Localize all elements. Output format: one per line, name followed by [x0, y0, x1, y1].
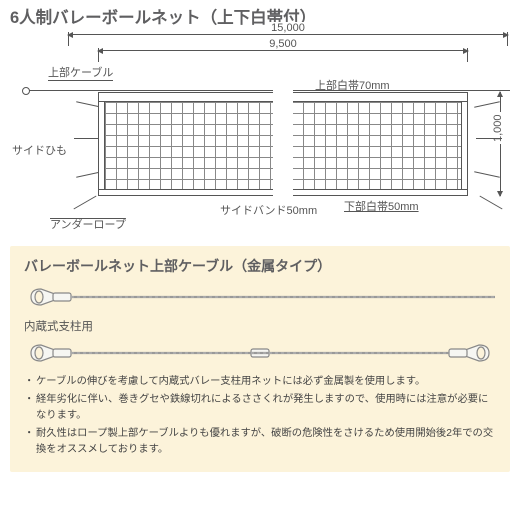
cable-note: ケーブルの伸びを考慮して内蔵式バレー支柱用ネットには必ず金属製を使用します。 — [24, 374, 496, 389]
net-frame — [98, 92, 468, 196]
dim-net-width: 9,500 — [98, 50, 468, 51]
label-side-himo: サイドひも — [12, 142, 67, 158]
net-side-band-right — [461, 101, 468, 190]
cable-info-title: バレーボールネット上部ケーブル（金属タイプ） — [24, 256, 496, 276]
cable-notes-list: ケーブルの伸びを考慮して内蔵式バレー支柱用ネットには必ず金属製を使用します。 経… — [24, 374, 496, 457]
dim-overall-width: 15,000 — [68, 34, 508, 35]
dim-overall-width-label: 15,000 — [269, 22, 307, 34]
page-title: 6人制バレーボールネット（上下白帯付） — [10, 4, 510, 28]
cable-note: 耐久性はロープ製上部ケーブルよりも優れますが、破断の危険性をさけるため使用開始後… — [24, 426, 496, 457]
top-cable-line — [26, 90, 510, 91]
cable-illustration-1 — [24, 282, 496, 312]
net-mesh — [105, 102, 461, 189]
label-under-rope: アンダーロープ — [50, 216, 126, 232]
cable-sublabel: 内蔵式支柱用 — [24, 318, 496, 334]
label-upper-cable: 上部ケーブル — [48, 64, 113, 81]
net-diagram: 15,000 9,500 上部ケーブル サイドひも アンダーロープ 上部白帯70… — [10, 30, 510, 240]
cable-note: 経年劣化に伴い、巻きグセや鉄線切れによるささくれが発生しますので、使用時には注意… — [24, 392, 496, 423]
dim-net-width-label: 9,500 — [267, 38, 299, 50]
cable-info-panel: バレーボールネット上部ケーブル（金属タイプ） 内蔵式支柱用 — [10, 246, 510, 472]
net-assembly — [68, 90, 508, 214]
cable-illustration-2 — [24, 338, 496, 368]
net-side-band-left — [98, 101, 105, 190]
